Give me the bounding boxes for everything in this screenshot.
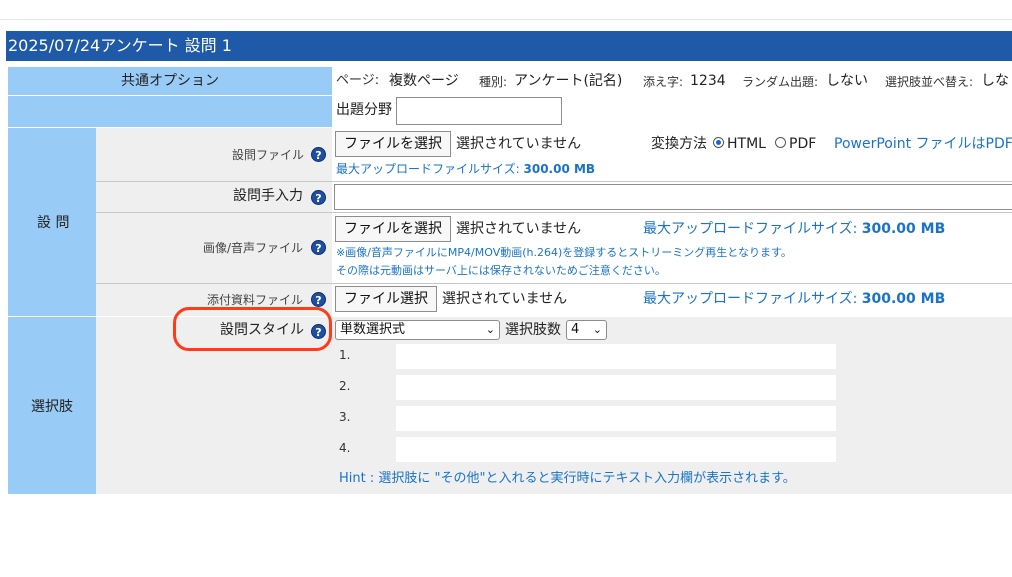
convert-method-label: 変換方法 xyxy=(651,136,707,152)
media-file-note-1: ※画像/音声ファイルにMP4/MOV動画(h.264)を登録するとストリーミング… xyxy=(336,246,792,259)
question-style-value: 単数選択式 xyxy=(340,322,406,337)
choice-number-3: 3. xyxy=(339,410,351,424)
attachment-help-icon[interactable]: ? xyxy=(311,292,326,307)
page-type-label: ページ: xyxy=(336,73,380,88)
question-file-status: 選択されていません xyxy=(456,136,582,152)
choice-count-label: 選択肢数 xyxy=(505,322,561,338)
common-options-label: 共通オプション xyxy=(121,73,219,89)
field-label: 出題分野 xyxy=(336,102,392,118)
field-input[interactable] xyxy=(396,97,562,125)
chevron-down-icon: ⌄ xyxy=(485,323,495,336)
question-file-label: 設問ファイル xyxy=(232,148,305,162)
media-file-max-size: 最大アップロードファイルサイズ: 300.00 MB xyxy=(643,221,946,237)
choice-count-value: 4 xyxy=(571,322,580,337)
attachment-max-size: 最大アップロードファイルサイズ: 300.00 MB xyxy=(643,291,946,307)
attachment-choose-button[interactable]: ファイル選択 xyxy=(335,286,437,312)
choices-section-label: 選択肢 xyxy=(31,399,73,415)
shuffle-label: 選択肢並べ替え: xyxy=(885,75,974,89)
convert-pdf-radio[interactable] xyxy=(775,137,786,148)
question-section-label: 設 問 xyxy=(37,215,70,231)
kind-value: アンケート(記名) xyxy=(514,73,623,89)
choice-input-1[interactable] xyxy=(396,344,836,369)
convert-html-label: HTML xyxy=(727,136,766,152)
choice-number-2: 2. xyxy=(339,379,351,393)
chevron-down-icon: ⌄ xyxy=(592,323,602,336)
manual-input-field[interactable] xyxy=(334,184,1012,210)
question-file-help-icon[interactable]: ? xyxy=(311,147,326,162)
media-file-note-2: その際は元動画はサーバ上には保存されないためご注意ください。 xyxy=(336,264,666,277)
media-file-help-icon[interactable]: ? xyxy=(311,240,326,255)
choice-number-4: 4. xyxy=(339,441,351,455)
choice-input-3[interactable] xyxy=(396,406,836,431)
convert-html-radio[interactable] xyxy=(713,137,724,148)
highlight-annotation xyxy=(173,307,332,351)
suffix-label: 添え字: xyxy=(643,75,684,89)
attachment-status: 選択されていません xyxy=(442,291,568,307)
convert-pdf-label: PDF xyxy=(789,136,817,152)
question-file-max-size: 最大アップロードファイルサイズ: 300.00 MB xyxy=(336,162,596,176)
media-file-label: 画像/音声ファイル xyxy=(203,241,304,255)
manual-input-label: 設問手入力 xyxy=(233,188,303,204)
choice-count-select[interactable]: 4 ⌄ xyxy=(566,320,607,340)
shuffle-value: しな xyxy=(981,73,1009,89)
question-style-select[interactable]: 単数選択式 ⌄ xyxy=(335,320,500,340)
page-type-value: 複数ページ xyxy=(389,73,459,89)
media-file-choose-button[interactable]: ファイルを選択 xyxy=(335,216,451,242)
kind-label: 種別: xyxy=(479,75,508,89)
top-divider xyxy=(0,19,1012,20)
choice-number-1: 1. xyxy=(339,348,351,362)
random-label: ランダム出題: xyxy=(742,75,819,89)
page-title: 2025/07/24アンケート 設問 1 xyxy=(6,31,1012,61)
powerpoint-pdf-link[interactable]: PowerPoint ファイルはPDF xyxy=(834,135,1012,153)
suffix-value: 1234 xyxy=(690,73,726,89)
choices-hint: Hint : 選択肢に "その他"と入れると実行時にテキスト入力欄が表示されます… xyxy=(339,471,796,486)
media-file-status: 選択されていません xyxy=(456,221,582,237)
choice-input-4[interactable] xyxy=(396,437,836,462)
choice-input-2[interactable] xyxy=(396,375,836,400)
manual-input-help-icon[interactable]: ? xyxy=(311,190,326,205)
random-value: しない xyxy=(826,73,868,89)
question-file-choose-button[interactable]: ファイルを選択 xyxy=(335,131,451,157)
field-row-spacer xyxy=(8,96,332,127)
